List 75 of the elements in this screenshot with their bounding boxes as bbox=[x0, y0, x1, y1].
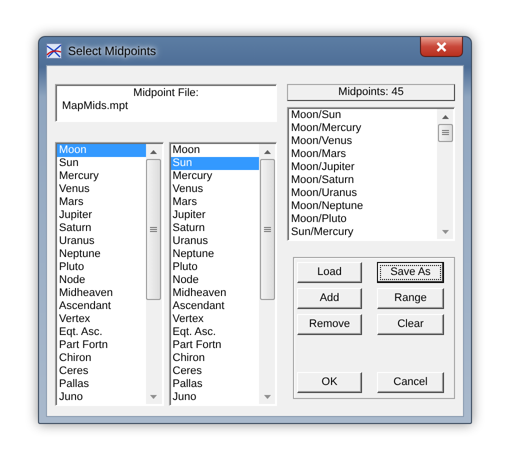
list-item[interactable]: Chiron bbox=[170, 352, 259, 365]
dialog-button[interactable]: Remove bbox=[297, 314, 362, 335]
dialog-button[interactable]: Range bbox=[377, 288, 444, 309]
dialog-button[interactable]: Load bbox=[297, 262, 362, 283]
midpoint-file-name: MapMids.mpt bbox=[61, 100, 130, 113]
list-item[interactable]: Eqt. Asc. bbox=[57, 326, 146, 339]
list-item[interactable]: Moon/Pluto bbox=[289, 213, 437, 226]
list-item[interactable]: Pallas bbox=[57, 378, 146, 391]
list-item[interactable]: Venus bbox=[170, 183, 259, 196]
midpoints-list[interactable]: Moon/Sun Moon/Mercury Moon/Venus Moon/Mars Moon/Jupiter Moon/Saturn Moon/Uranus Moon/Neptune Moon/Pluto Sun/Mercury bbox=[287, 107, 455, 241]
list-item[interactable]: Moon/Saturn bbox=[289, 174, 437, 187]
list-item[interactable]: Moon/Venus bbox=[289, 135, 437, 148]
list-item[interactable]: Mercury bbox=[57, 170, 146, 183]
list-item[interactable]: Vertex bbox=[57, 313, 146, 326]
list-item[interactable]: Jupiter bbox=[57, 209, 146, 222]
list-item[interactable]: Sun bbox=[57, 157, 146, 170]
list-item[interactable]: Moon/Jupiter bbox=[289, 161, 437, 174]
list-item[interactable]: Pallas bbox=[170, 378, 259, 391]
list-item[interactable]: Neptune bbox=[57, 248, 146, 261]
list-item[interactable]: Moon/Neptune bbox=[289, 200, 437, 213]
list-item[interactable]: Midheaven bbox=[170, 287, 259, 300]
scroll-down-icon[interactable] bbox=[442, 230, 448, 234]
list-item[interactable]: Node bbox=[170, 274, 259, 287]
list-item[interactable]: Eqt. Asc. bbox=[170, 326, 259, 339]
scroll-thumb[interactable] bbox=[146, 159, 161, 300]
list-item[interactable]: Jupiter bbox=[170, 209, 259, 222]
list-item[interactable]: Part Fortn bbox=[57, 339, 146, 352]
list-item[interactable]: Juno bbox=[57, 391, 146, 404]
close-button[interactable] bbox=[420, 37, 463, 57]
scroll-down-icon[interactable] bbox=[264, 394, 270, 398]
list-item[interactable]: Pluto bbox=[170, 261, 259, 274]
list-item[interactable]: Ascendant bbox=[170, 300, 259, 313]
window-title: Select Midpoints bbox=[68, 43, 156, 60]
list-item[interactable]: Saturn bbox=[170, 222, 259, 235]
list-item[interactable]: Moon/Sun bbox=[289, 109, 437, 122]
list-item[interactable]: Moon/Mars bbox=[289, 148, 437, 161]
list-item[interactable]: Sun/Mercury bbox=[289, 226, 437, 239]
list-item[interactable]: Ceres bbox=[170, 365, 259, 378]
scroll-down-icon[interactable] bbox=[150, 394, 157, 398]
list-item[interactable]: Moon/Mercury bbox=[289, 122, 437, 135]
list-item[interactable]: Part Fortn bbox=[170, 339, 259, 352]
close-icon bbox=[436, 42, 447, 52]
planet-list[interactable]: Moon Sun Mercury Venus Mars Jupiter Saturn Uranus Neptune Pluto Node Midheaven Ascendant Vertex Eqt. Asc. Part Fortn Chiron Ceres Pallas Juno bbox=[168, 142, 277, 406]
list-item[interactable]: Ascendant bbox=[57, 300, 146, 313]
scroll-thumb[interactable] bbox=[438, 124, 452, 142]
list-item[interactable]: Venus bbox=[57, 183, 146, 196]
list-item[interactable]: Chiron bbox=[57, 352, 146, 365]
list-item[interactable]: Uranus bbox=[57, 235, 146, 248]
list-item[interactable]: Mars bbox=[57, 196, 146, 209]
scroll-up-icon[interactable] bbox=[150, 150, 157, 154]
list-item[interactable]: Uranus bbox=[170, 235, 259, 248]
scroll-up-icon[interactable] bbox=[264, 150, 270, 154]
list-item[interactable]: Midheaven bbox=[57, 287, 146, 300]
dialog-button[interactable]: Save As bbox=[377, 262, 444, 283]
midpoint-file-label: Midpoint File: bbox=[132, 87, 200, 100]
list-item[interactable]: Node bbox=[57, 274, 146, 287]
scroll-thumb[interactable] bbox=[260, 159, 274, 300]
list-item[interactable]: Saturn bbox=[57, 222, 146, 235]
dialog-button[interactable]: Add bbox=[297, 288, 362, 309]
list-item[interactable]: Juno bbox=[170, 391, 259, 404]
list-item[interactable]: Vertex bbox=[170, 313, 259, 326]
list-item[interactable]: Moon/Uranus bbox=[289, 187, 437, 200]
scroll-up-icon[interactable] bbox=[442, 114, 448, 118]
list-item[interactable]: Ceres bbox=[57, 365, 146, 378]
planet-list[interactable]: Moon Sun Mercury Venus Mars Jupiter Saturn Uranus Neptune Pluto Node Midheaven Ascendant Vertex Eqt. Asc. Part Fortn Chiron Ceres Pallas Juno bbox=[55, 142, 164, 406]
list-item[interactable]: Mercury bbox=[170, 170, 259, 183]
app-icon bbox=[46, 43, 62, 59]
list-item[interactable]: Neptune bbox=[170, 248, 259, 261]
list-item[interactable]: Moon bbox=[170, 144, 259, 157]
dialog-button[interactable]: Cancel bbox=[377, 372, 444, 393]
list-item[interactable]: Pluto bbox=[57, 261, 146, 274]
dialog-button[interactable]: Clear bbox=[377, 314, 444, 335]
list-item[interactable]: Mars bbox=[170, 196, 259, 209]
midpoints-count-label: Midpoints: 45 bbox=[287, 84, 455, 101]
dialog-button[interactable]: OK bbox=[297, 372, 362, 393]
